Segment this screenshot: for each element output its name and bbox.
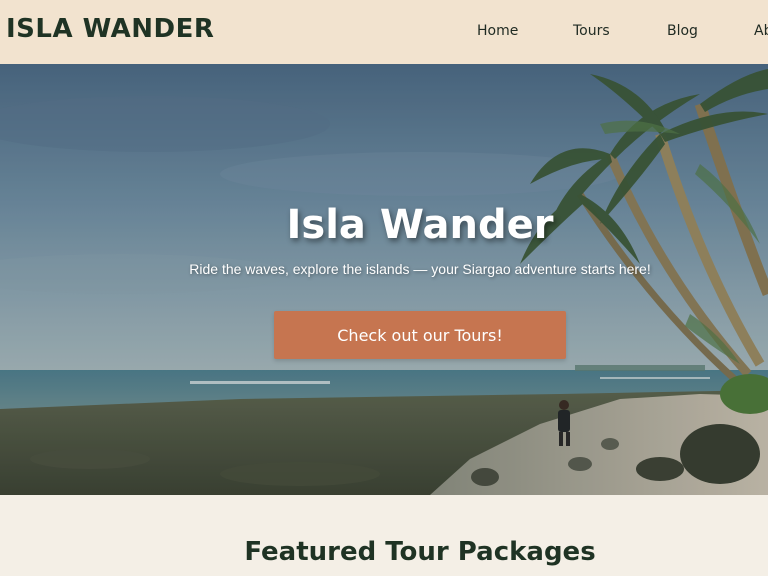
hero-section: Isla Wander Ride the waves, explore the … bbox=[0, 64, 768, 495]
nav-about-link[interactable]: About bbox=[754, 23, 768, 39]
hero-title: Isla Wander bbox=[286, 202, 554, 248]
featured-tours-heading: Featured Tour Packages bbox=[244, 537, 596, 567]
nav-tours-link[interactable]: Tours bbox=[573, 23, 610, 39]
site-header: ISLA WANDER Home Tours Blog About bbox=[0, 0, 768, 64]
featured-section: Featured Tour Packages bbox=[0, 495, 768, 576]
tours-cta-button[interactable]: Check out our Tours! bbox=[274, 311, 566, 359]
main-nav: Home Tours Blog About bbox=[0, 0, 768, 64]
hero-tagline: Ride the waves, explore the islands — yo… bbox=[189, 261, 651, 277]
hero-background-image bbox=[0, 64, 768, 495]
nav-blog-link[interactable]: Blog bbox=[667, 23, 698, 39]
nav-home-link[interactable]: Home bbox=[477, 23, 518, 39]
